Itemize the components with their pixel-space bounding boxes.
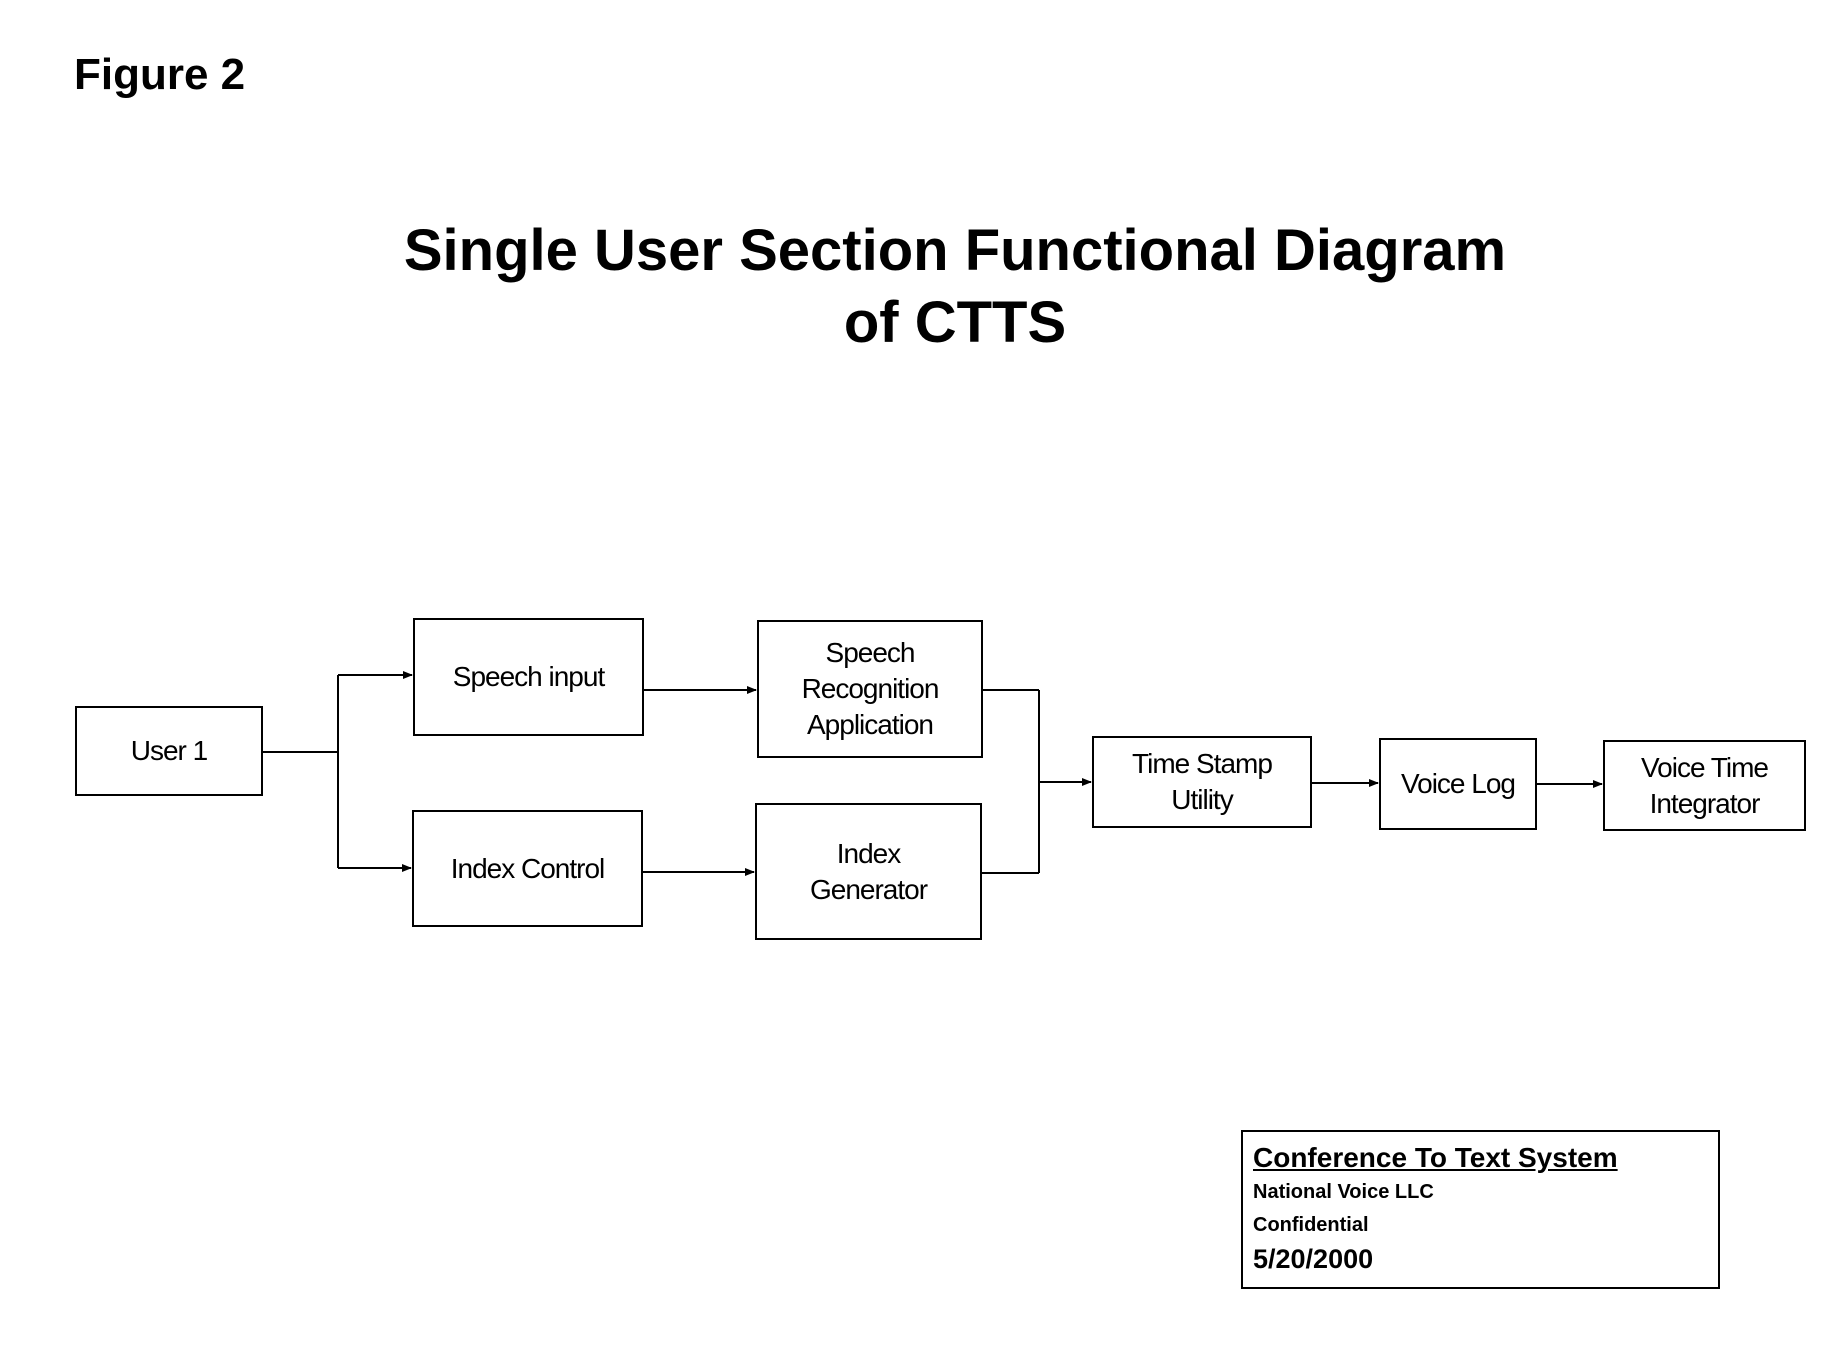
title-block: Conference To Text System National Voice… <box>1241 1130 1720 1289</box>
node-label: Voice Log <box>1401 768 1516 799</box>
node-time-stamp-utility: Time Stamp Utility <box>1092 736 1312 828</box>
node-voice-log: Voice Log <box>1379 738 1537 830</box>
node-index-control: Index Control <box>412 810 643 927</box>
node-speech-recognition-application: Speech Recognition Application <box>757 620 983 758</box>
node-label: Time Stamp Utility <box>1132 748 1273 815</box>
node-label: Index Generator <box>809 837 928 905</box>
node-user-1: User 1 <box>75 706 263 796</box>
node-label: Speech Recognition Application <box>801 637 940 740</box>
title-block-date: 5/20/2000 <box>1253 1244 1374 1274</box>
node-label: Speech input <box>452 661 605 692</box>
title-block-classification: Confidential <box>1253 1214 1369 1236</box>
node-label: User 1 <box>130 735 208 766</box>
node-voice-time-integrator: Voice Time Integrator <box>1603 740 1806 831</box>
title-block-system: Conference To Text System <box>1253 1142 1618 1173</box>
node-label: Voice Time Integrator <box>1641 751 1769 819</box>
node-speech-input: Speech input <box>413 618 644 736</box>
node-index-generator: Index Generator <box>755 803 982 940</box>
title-block-company: National Voice LLC <box>1253 1181 1434 1203</box>
node-label: Index Control <box>450 852 606 884</box>
